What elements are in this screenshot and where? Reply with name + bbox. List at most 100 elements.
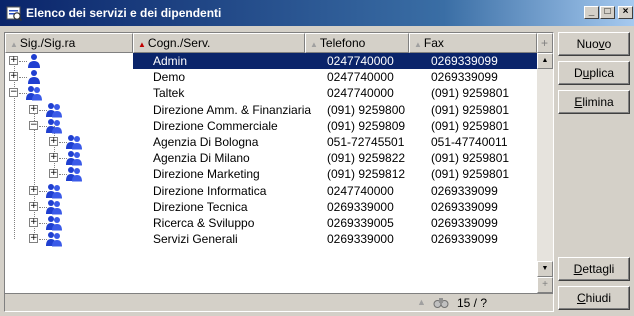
- row-name: Direzione Tecnica: [153, 199, 248, 214]
- row-fax: (091) 9259801: [431, 167, 510, 182]
- group-icon: [46, 216, 62, 231]
- row-phone: 051-72745501: [327, 135, 405, 149]
- row-fax: 051-47740011: [431, 135, 508, 149]
- group-icon: [66, 151, 82, 166]
- expand-icon[interactable]: +: [49, 153, 58, 163]
- expand-icon[interactable]: +: [9, 56, 18, 65]
- column-header-label: Telefono: [319, 36, 366, 50]
- row-name: Direzione Informatica: [153, 183, 267, 198]
- sort-indicator-icon: ▲: [310, 40, 318, 49]
- tree-row[interactable]: − Taltek 0247740000 (091) 9259801: [5, 85, 537, 101]
- person-icon: [28, 54, 40, 68]
- tree-list[interactable]: ▲ Sig./Sig.ra ▲ Cogn./Serv. ▲ Telefono ▲ Fax…: [4, 32, 554, 312]
- row-phone: 0247740000: [327, 183, 394, 198]
- row-fax: 0269339099: [431, 54, 498, 68]
- record-counter: 15 / ?: [457, 296, 488, 310]
- expand-icon[interactable]: +: [29, 185, 38, 195]
- collapse-icon[interactable]: −: [9, 88, 18, 98]
- button-label: hiudi: [585, 291, 612, 305]
- tree-row[interactable]: + Direzione Amm. & Finanziaria (091) 92598…: [5, 102, 537, 118]
- scroll-down-button[interactable]: ▼: [537, 261, 553, 277]
- expand-icon[interactable]: +: [9, 72, 18, 82]
- new-button[interactable]: Nuovo: [558, 32, 630, 56]
- maximize-button[interactable]: □: [600, 6, 615, 19]
- row-phone: 0269339000: [327, 199, 394, 214]
- button-label: ettagli: [582, 262, 615, 276]
- row-phone: (091) 9259809: [327, 118, 406, 133]
- arrow-down-icon: ▼: [541, 265, 549, 272]
- vertical-scrollbar[interactable]: ▲ ▼ +: [537, 53, 553, 293]
- column-header-fax[interactable]: ▲ Fax: [409, 33, 537, 53]
- column-headers: ▲ Sig./Sig.ra ▲ Cogn./Serv. ▲ Telefono ▲ Fax…: [5, 33, 553, 53]
- button-label: D: [573, 66, 583, 80]
- expand-icon[interactable]: +: [49, 169, 58, 179]
- delete-button[interactable]: Elimina: [558, 90, 630, 114]
- binoculars-icon[interactable]: [433, 295, 449, 309]
- tree-row[interactable]: + Direzione Tecnica 0269339000 0269339099: [5, 199, 537, 215]
- column-picker-button[interactable]: +: [537, 33, 553, 53]
- button-label-accel: C: [576, 291, 586, 305]
- sort-indicator-icon: ▲: [417, 297, 426, 307]
- tree-row[interactable]: + Demo 0247740000 0269339099: [5, 69, 537, 85]
- group-icon: [46, 232, 62, 247]
- row-fax: 0269339099: [431, 70, 498, 85]
- tree-row[interactable]: + Agenzia Di Milano (091) 9259822 (091) 925…: [5, 150, 537, 166]
- column-picker-button-bottom[interactable]: +: [537, 277, 553, 293]
- row-phone: 0269339000: [327, 232, 394, 247]
- tree-body: + Admin 0247740000 0269339099 + Demo 024774000…: [5, 53, 537, 293]
- title-bar[interactable]: Elenco dei servizi e dei dipendenti _ □ …: [0, 0, 634, 26]
- plus-icon: +: [542, 279, 548, 290]
- maximize-icon: □: [604, 6, 611, 17]
- tree-row[interactable]: − Direzione Commerciale (091) 9259809 (091)…: [5, 118, 537, 134]
- row-fax: (091) 9259801: [431, 151, 510, 166]
- collapse-icon[interactable]: −: [29, 120, 38, 130]
- column-header-phone[interactable]: ▲ Telefono: [305, 33, 409, 53]
- tree-row[interactable]: + Ricerca & Sviluppo 0269339005 0269339099: [5, 215, 537, 231]
- expand-icon[interactable]: +: [29, 218, 38, 227]
- row-fax: 0269339099: [431, 199, 498, 214]
- expand-icon[interactable]: +: [49, 137, 58, 146]
- sort-indicator-icon: ▲: [414, 40, 422, 49]
- close-button[interactable]: ×: [618, 6, 633, 19]
- group-icon: [46, 199, 62, 215]
- column-header-label: Fax: [423, 36, 444, 50]
- row-fax: 0269339099: [431, 216, 498, 230]
- arrow-up-icon: ▲: [541, 57, 549, 64]
- column-header-label: Sig./Sig.ra: [19, 36, 76, 50]
- tree-row[interactable]: + Direzione Marketing (091) 9259812 (091) 9…: [5, 166, 537, 182]
- minimize-icon: _: [588, 6, 595, 17]
- column-header-name[interactable]: ▲ Cogn./Serv.: [133, 33, 305, 53]
- row-phone: (091) 9259822: [327, 151, 406, 166]
- scroll-up-button[interactable]: ▲: [537, 53, 553, 69]
- row-fax: (091) 9259801: [431, 86, 510, 101]
- row-name: Direzione Marketing: [153, 167, 260, 182]
- button-label: plica: [589, 66, 615, 80]
- column-header-title[interactable]: ▲ Sig./Sig.ra: [5, 33, 133, 53]
- sort-active-icon: ▲: [138, 40, 146, 49]
- row-phone: 0247740000: [327, 86, 394, 101]
- expand-icon[interactable]: +: [29, 234, 38, 244]
- group-icon: [66, 167, 82, 182]
- button-label-accel: D: [573, 262, 583, 276]
- duplicate-button[interactable]: Duplica: [558, 61, 630, 85]
- status-bar: ▲ 15 / ?: [5, 293, 553, 311]
- group-icon: [46, 118, 62, 134]
- row-name: Ricerca & Sviluppo: [153, 216, 255, 230]
- row-phone: (091) 9259812: [327, 167, 406, 182]
- expand-icon[interactable]: +: [29, 201, 38, 211]
- sort-indicator-icon: ▲: [10, 40, 18, 49]
- tree-row[interactable]: + Servizi Generali 0269339000 0269339099: [5, 231, 537, 247]
- row-name: Demo: [153, 70, 186, 85]
- row-phone: 0247740000: [327, 54, 394, 68]
- tree-row[interactable]: + Agenzia Di Bologna 051-72745501 051-47740…: [5, 134, 537, 150]
- tree-row[interactable]: + Admin 0247740000 0269339099: [5, 53, 537, 69]
- minimize-button[interactable]: _: [584, 6, 599, 19]
- details-button[interactable]: Dettagli: [558, 257, 630, 281]
- row-fax: (091) 9259801: [431, 118, 510, 133]
- tree-row[interactable]: + Direzione Informatica 0247740000 02693390…: [5, 183, 537, 199]
- group-icon: [26, 86, 42, 101]
- close-dialog-button[interactable]: Chiudi: [558, 286, 630, 310]
- row-name: Direzione Amm. & Finanziaria: [153, 102, 312, 117]
- person-icon: [28, 70, 40, 85]
- expand-icon[interactable]: +: [29, 104, 38, 114]
